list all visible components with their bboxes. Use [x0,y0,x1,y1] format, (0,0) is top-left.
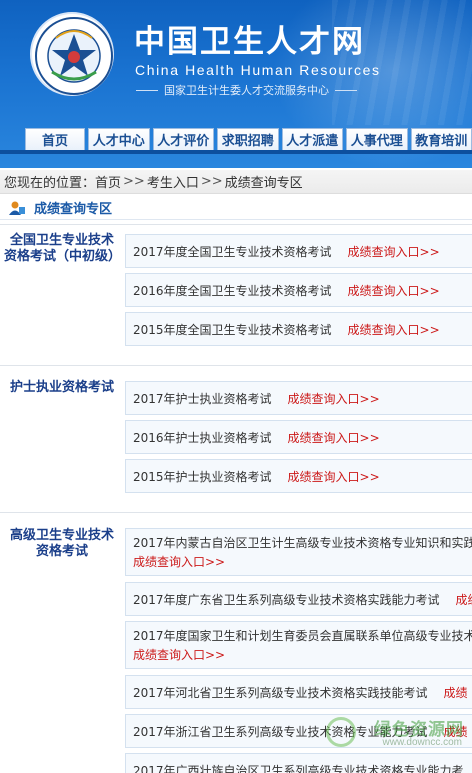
exam-name: 2017年河北省卫生系列高级专业技术资格实践技能考试 [133,685,428,700]
breadcrumb-separator: >> [123,174,145,189]
divider [136,89,158,91]
site-subtitle-english: China Health Human Resources [135,62,381,78]
exam-row: 2017年内蒙古自治区卫生计生高级专业技术资格专业知识和实践能 成绩查询入口>> [125,528,472,576]
score-query-link[interactable]: 成绩查询入口>> [348,243,440,260]
exam-row: 2015年护士执业资格考试 成绩查询入口>> [125,459,472,493]
exam-name: 2017年广西壮族自治区卫生系列高级专业技术资格专业能力考 [133,764,464,773]
exam-name: 2015年护士执业资格考试 [133,469,272,484]
breadcrumb-candidate-entry-link[interactable]: 考生入口 [147,172,199,191]
exam-name: 2016年度全国卫生专业技术资格考试 [133,283,332,298]
group-divider [0,224,472,225]
exam-row: 2017年度全国卫生专业技术资格考试 成绩查询入口>> [125,234,472,268]
exam-row: 2017年浙江省卫生系列高级专业技术资格专业能力考试 成绩 [125,714,472,748]
nav-item-personnel-agency[interactable]: 人事代理 [346,128,408,150]
exam-name: 2015年度全国卫生专业技术资格考试 [133,322,332,337]
group-divider [0,365,472,366]
section-header: 成绩查询专区 [0,196,472,220]
group-label-senior-technical: 高级卫生专业技术资格考试 [9,528,114,559]
breadcrumb-home-link[interactable]: 首页 [95,172,121,191]
score-query-link[interactable]: 成绩查询入口>> [348,282,440,299]
score-query-link[interactable]: 成绩 [444,684,468,701]
score-query-link[interactable]: 成绩查询入口>> [133,646,225,663]
exam-row: 2017年护士执业资格考试 成绩查询入口>> [125,381,472,415]
nav-item-home[interactable]: 首页 [25,128,85,150]
site-subtitle-chinese: 国家卫生计生委人才交流服务中心 [136,82,357,98]
breadcrumb-current: 成绩查询专区 [224,176,303,191]
exam-row: 2017年河北省卫生系列高级专业技术资格实践技能考试 成绩 [125,675,472,709]
breadcrumb-separator: >> [200,174,223,189]
breadcrumb-prefix: 您现在的位置： [4,176,96,191]
site-logo[interactable] [30,12,114,96]
exam-name: 2017年护士执业资格考试 [133,391,272,406]
exam-name: 2016年护士执业资格考试 [133,430,272,445]
score-query-link[interactable]: 成绩 [456,591,472,608]
exam-row: 2017年广西壮族自治区卫生系列高级专业技术资格专业能力考 [125,753,472,773]
score-query-link[interactable]: 成绩查询入口>> [288,429,380,446]
site-subtitle-chinese-text: 国家卫生计生委人才交流服务中心 [164,84,329,97]
section-title: 成绩查询专区 [34,202,113,217]
nav-item-job-recruitment[interactable]: 求职招聘 [217,128,279,150]
score-query-link[interactable]: 成绩查询入口>> [288,468,380,485]
group-label-nurse-licensing: 护士执业资格考试 [9,380,114,395]
nav-item-talent-evaluation[interactable]: 人才评价 [152,128,214,150]
nav-item-talent-dispatch[interactable]: 人才派遣 [281,128,343,150]
score-query-link[interactable]: 成绩查询入口>> [288,390,380,407]
exam-row: 2017年度国家卫生和计划生育委员会直属联系单位高级专业技术资 成绩查询入口>> [125,621,472,669]
exam-row: 2015年度全国卫生专业技术资格考试 成绩查询入口>> [125,312,472,346]
user-icon [9,201,25,215]
exam-row: 2016年护士执业资格考试 成绩查询入口>> [125,420,472,454]
header-banner: 中国卫生人才网 China Health Human Resources 国家卫… [0,0,472,168]
logo-emblem-icon [35,17,113,95]
exam-name: 2017年度全国卫生专业技术资格考试 [133,244,332,259]
nav-underline [0,150,472,154]
main-nav: 首页 人才中心 人才评价 求职招聘 人才派遣 人事代理 教育培训 [0,128,472,150]
nav-item-education-training[interactable]: 教育培训 [410,128,472,150]
nav-item-talent-center[interactable]: 人才中心 [88,128,150,150]
divider [335,89,357,91]
exam-name: 2017年浙江省卫生系列高级专业技术资格专业能力考试 [133,724,428,739]
exam-name: 2017年度广东省卫生系列高级专业技术资格实践能力考试 [133,592,440,607]
group-label-national-technical: 全国卫生专业技术资格考试（中初级） [4,233,122,264]
breadcrumb: 您现在的位置： 首页 >> 考生入口 >> 成绩查询专区 [0,170,472,194]
exam-row: 2017年度广东省卫生系列高级专业技术资格实践能力考试 成绩 [125,582,472,616]
exam-row: 2016年度全国卫生专业技术资格考试 成绩查询入口>> [125,273,472,307]
exam-name: 2017年度国家卫生和计划生育委员会直属联系单位高级专业技术资 [133,629,472,643]
site-title: 中国卫生人才网 [134,24,365,60]
group-divider [0,512,472,513]
score-query-link[interactable]: 成绩 [444,723,468,740]
score-query-link[interactable]: 成绩查询入口>> [133,553,225,570]
score-query-link[interactable]: 成绩查询入口>> [348,321,440,338]
exam-name: 2017年内蒙古自治区卫生计生高级专业技术资格专业知识和实践能 [133,536,472,550]
